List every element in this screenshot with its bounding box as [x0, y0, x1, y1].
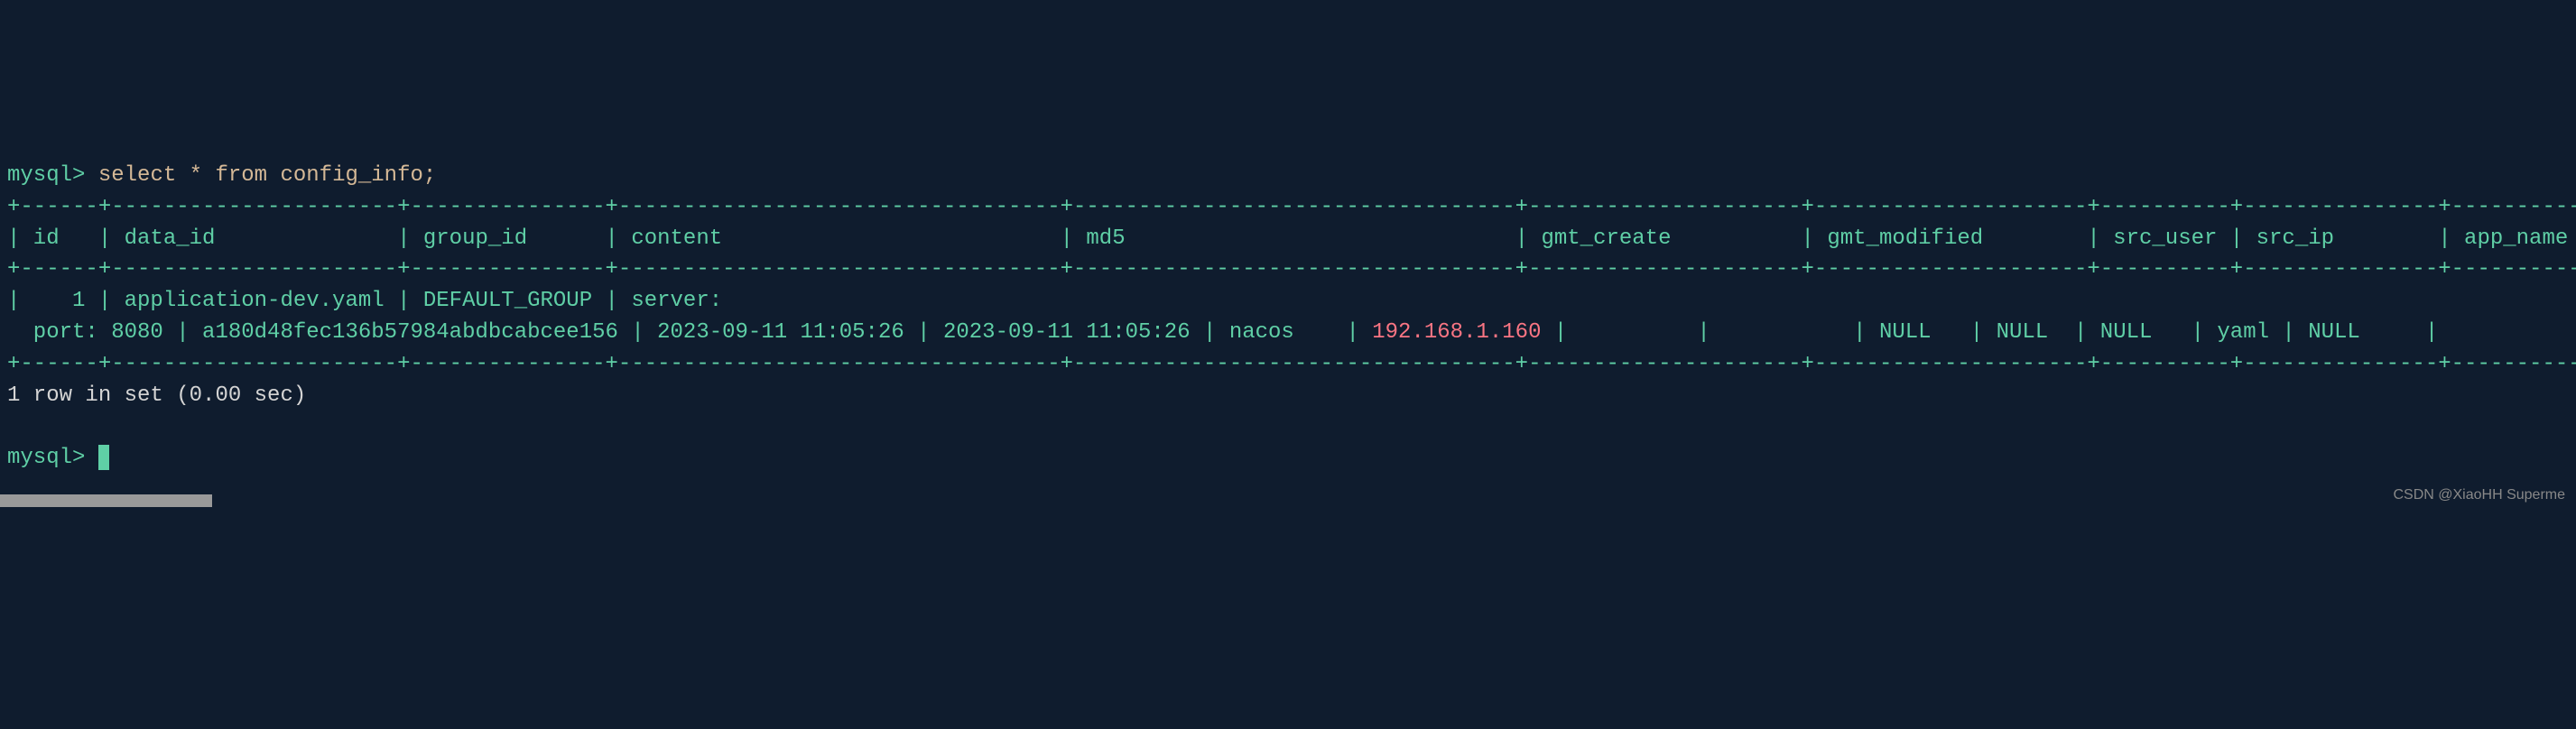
terminal-output: mysql> select * from config_info; +-----… — [7, 129, 2569, 475]
sql-command: select * from config_info; — [98, 163, 436, 188]
table-row-part3: | | | NULL | NULL | NULL | yaml | NULL | — [1541, 320, 2438, 345]
bottom-bar — [0, 494, 212, 507]
table-border-mid: +------+----------------------+---------… — [7, 257, 2576, 281]
table-border-top: +------+----------------------+---------… — [7, 195, 2576, 219]
mysql-prompt-2[interactable]: mysql> — [7, 446, 98, 470]
result-summary: 1 row in set (0.00 sec) — [7, 383, 306, 408]
table-header: | id | data_id | group_id | content | md… — [7, 226, 2576, 251]
table-row-part1: | 1 | application-dev.yaml | DEFAULT_GRO… — [7, 289, 722, 313]
mysql-prompt: mysql> — [7, 163, 98, 188]
watermark: CSDN @XiaoHH Superme — [2393, 484, 2565, 505]
table-row-part2: port: 8080 | a180d48fec136b57984abdbcabc… — [7, 320, 1372, 345]
table-border-bot: +------+----------------------+---------… — [7, 352, 2576, 376]
src-ip-value: 192.168.1.160 — [1372, 320, 1541, 345]
cursor[interactable] — [98, 445, 109, 470]
